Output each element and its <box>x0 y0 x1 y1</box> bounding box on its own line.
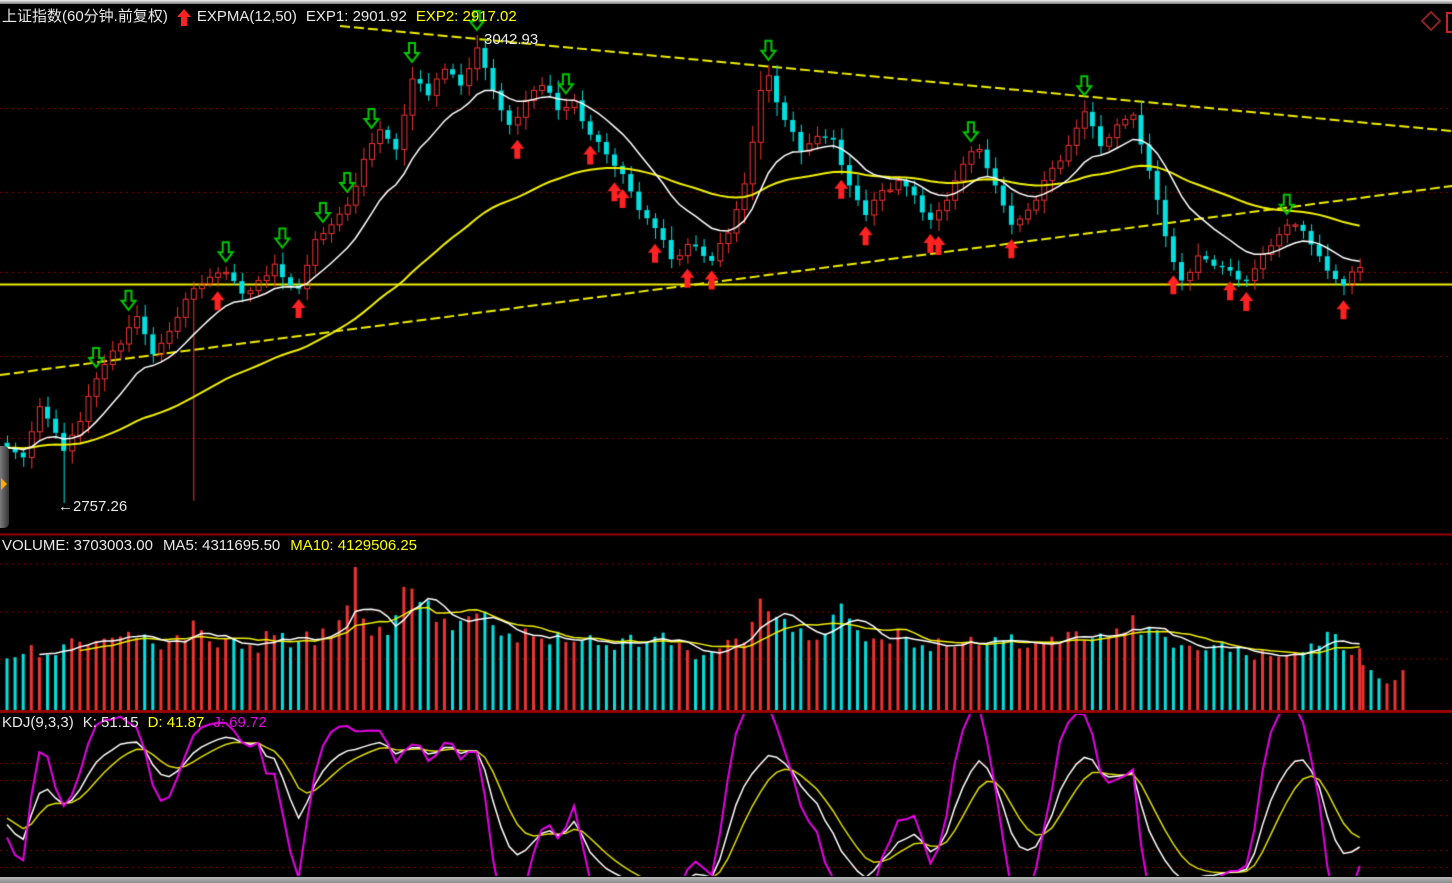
symbol-title: 上证指数(60分钟.前复权) <box>2 8 168 26</box>
chart-window: 上证指数(60分钟.前复权) EXPMA(12,50) EXP1: 2901.9… <box>0 0 1452 883</box>
volume-ma5-value: MA5: 4311695.50 <box>163 537 280 555</box>
volume-value: VOLUME: 3703003.00 <box>2 537 153 555</box>
low-price-label: ←2757.26 <box>58 498 127 516</box>
high-price-label: 3042.93 <box>484 31 538 49</box>
exp2-value: EXP2: 2917.02 <box>416 8 517 26</box>
main-chart-header: 上证指数(60分钟.前复权) EXPMA(12,50) EXP1: 2901.9… <box>2 8 526 26</box>
sidebar-expand-handle[interactable] <box>0 446 9 528</box>
edge-marker-icon <box>1446 12 1452 33</box>
up-arrow-icon <box>177 9 191 26</box>
chart-canvas[interactable] <box>0 0 1452 883</box>
kdj-k-value: K: 51.15 <box>83 714 139 732</box>
kdj-j-value: J: 69.72 <box>213 714 266 732</box>
diamond-icon[interactable] <box>1419 9 1443 33</box>
kdj-d-value: D: 41.87 <box>148 714 205 732</box>
window-top-border <box>0 0 1452 4</box>
exp1-value: EXP1: 2901.92 <box>306 8 407 26</box>
volume-header: VOLUME: 3703003.00 MA5: 4311695.50 MA10:… <box>2 537 427 555</box>
kdj-header: KDJ(9,3,3) K: 51.15 D: 41.87 J: 69.72 <box>2 714 276 732</box>
expand-triangle-icon <box>1 478 7 490</box>
kdj-indicator-label[interactable]: KDJ(9,3,3) <box>2 714 74 732</box>
indicator-label[interactable]: EXPMA(12,50) <box>197 8 297 26</box>
volume-ma10-value: MA10: 4129506.25 <box>290 537 417 555</box>
window-bottom-border <box>0 877 1452 883</box>
